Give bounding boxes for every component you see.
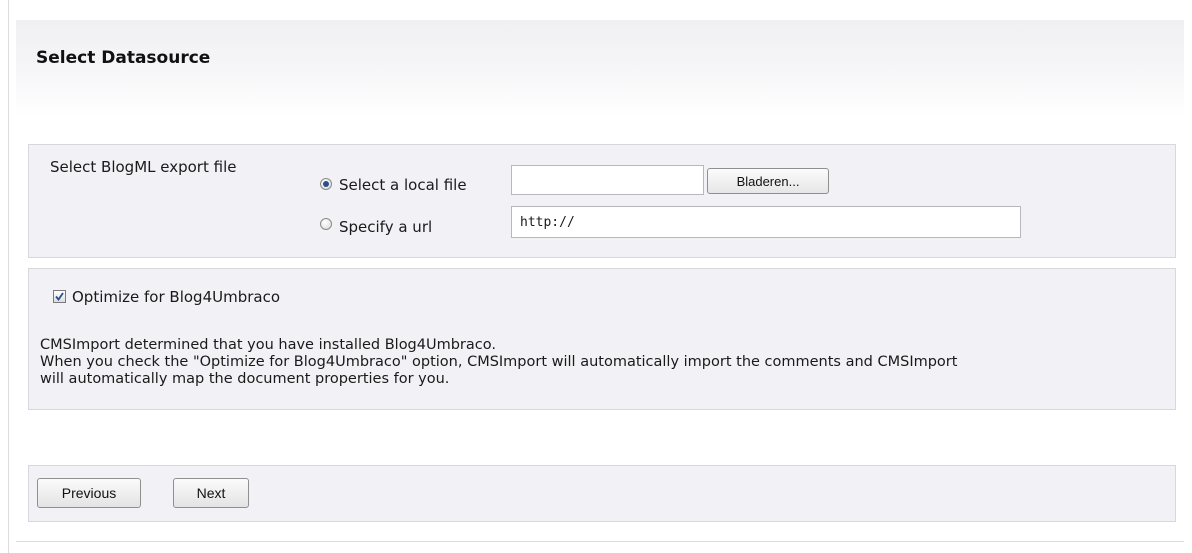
optimize-panel: Optimize for Blog4Umbraco CMSImport dete… [28, 268, 1176, 410]
page-title: Select Datasource [36, 48, 211, 68]
datasource-panel: Select BlogML export file Select a local… [28, 144, 1176, 258]
info-line: will automatically map the document prop… [40, 371, 450, 387]
bottom-divider [16, 541, 1184, 542]
radio-unchecked-icon[interactable] [320, 218, 332, 230]
navigation-panel: Previous Next [28, 465, 1176, 522]
previous-button[interactable]: Previous [37, 478, 141, 508]
datasource-label: Select BlogML export file [50, 158, 237, 176]
browse-button[interactable]: Bladeren... [707, 168, 829, 194]
info-line: CMSImport determined that you have insta… [40, 337, 496, 353]
radio-checked-icon[interactable] [320, 178, 332, 190]
url-input[interactable] [511, 206, 1021, 238]
url-option-label[interactable]: Specify a url [339, 218, 432, 236]
checkmark-icon [55, 292, 64, 301]
optimize-checkbox-label[interactable]: Optimize for Blog4Umbraco [72, 288, 280, 306]
optimize-checkbox[interactable] [53, 290, 66, 303]
local-file-option-label[interactable]: Select a local file [339, 176, 467, 194]
header-panel: Select Datasource [16, 20, 1184, 116]
info-line: When you check the "Optimize for Blog4Um… [40, 354, 958, 370]
next-button[interactable]: Next [173, 478, 249, 508]
local-file-input[interactable] [511, 165, 704, 195]
optimize-info-text: CMSImport determined that you have insta… [40, 337, 1170, 388]
